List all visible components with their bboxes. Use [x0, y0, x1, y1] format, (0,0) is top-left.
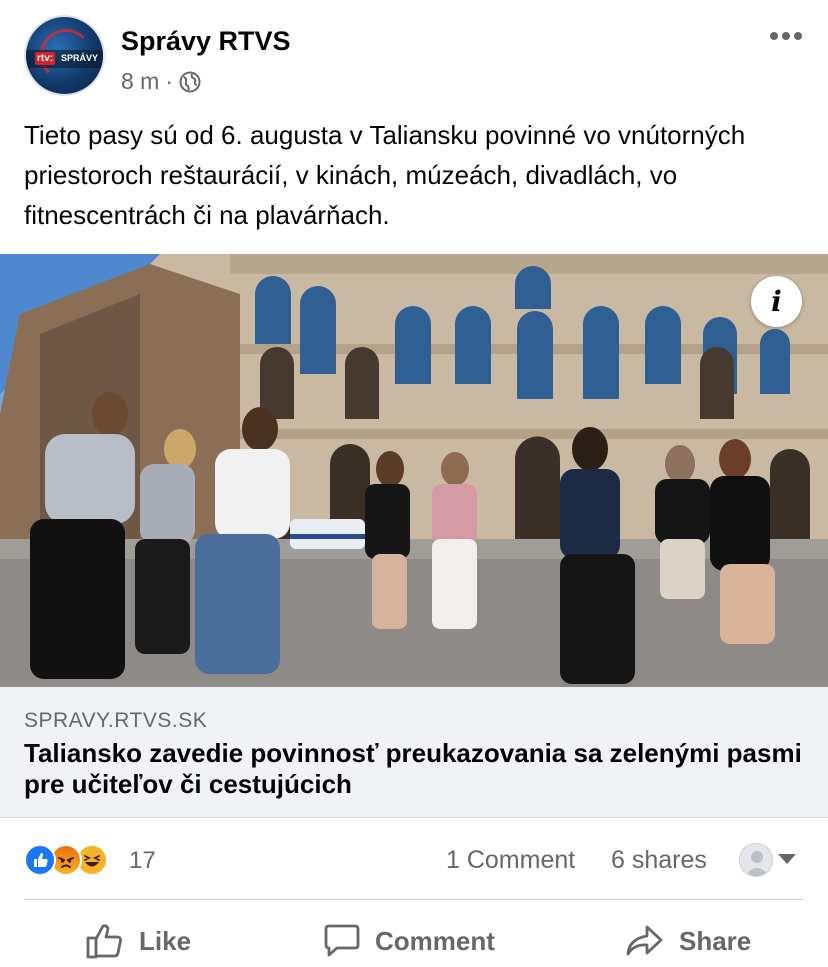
page-avatar[interactable]: rtv: SPRÁVY	[24, 15, 105, 96]
like-label: Like	[139, 925, 192, 956]
like-button[interactable]: Like	[85, 918, 191, 964]
avatar-logo-rtv: rtv:	[35, 52, 56, 65]
info-icon[interactable]: i	[751, 276, 802, 327]
meta-separator: ·	[165, 68, 174, 94]
actions-divider	[24, 899, 804, 900]
comment-icon	[324, 924, 360, 957]
thumbs-up-icon	[86, 924, 122, 959]
share-button[interactable]: Share	[625, 918, 751, 964]
share-label: Share	[679, 925, 752, 956]
link-domain: SPRAVY.RTVS.SK	[24, 709, 208, 732]
comment-button[interactable]: Comment	[323, 918, 495, 964]
chevron-down-icon[interactable]	[778, 854, 796, 864]
share-arrow-icon	[626, 925, 663, 956]
colosseum-photo	[0, 254, 828, 687]
comments-count-link[interactable]: 1 Comment	[446, 846, 575, 875]
like-reaction-icon	[24, 844, 56, 876]
post-timestamp[interactable]: 8 m	[121, 68, 159, 95]
comment-label: Comment	[375, 925, 495, 956]
post-text: Tieto pasy sú od 6. augusta v Taliansku …	[24, 120, 746, 230]
shares-count-link[interactable]: 6 shares	[611, 846, 707, 875]
page-name-link[interactable]: Správy RTVS	[121, 26, 291, 57]
viewer-avatar[interactable]	[739, 843, 773, 877]
more-horizontal-icon[interactable]	[770, 30, 806, 42]
link-preview-image[interactable]	[0, 254, 828, 687]
reaction-count[interactable]: 17	[129, 847, 156, 875]
reactions-summary[interactable]	[24, 843, 108, 877]
post-meta: 8 m ·	[121, 68, 201, 95]
link-title[interactable]: Taliansko zavedie povinnosť preukazovani…	[24, 738, 804, 800]
globe-icon	[179, 71, 201, 93]
avatar-logo-text: SPRÁVY	[61, 53, 99, 63]
